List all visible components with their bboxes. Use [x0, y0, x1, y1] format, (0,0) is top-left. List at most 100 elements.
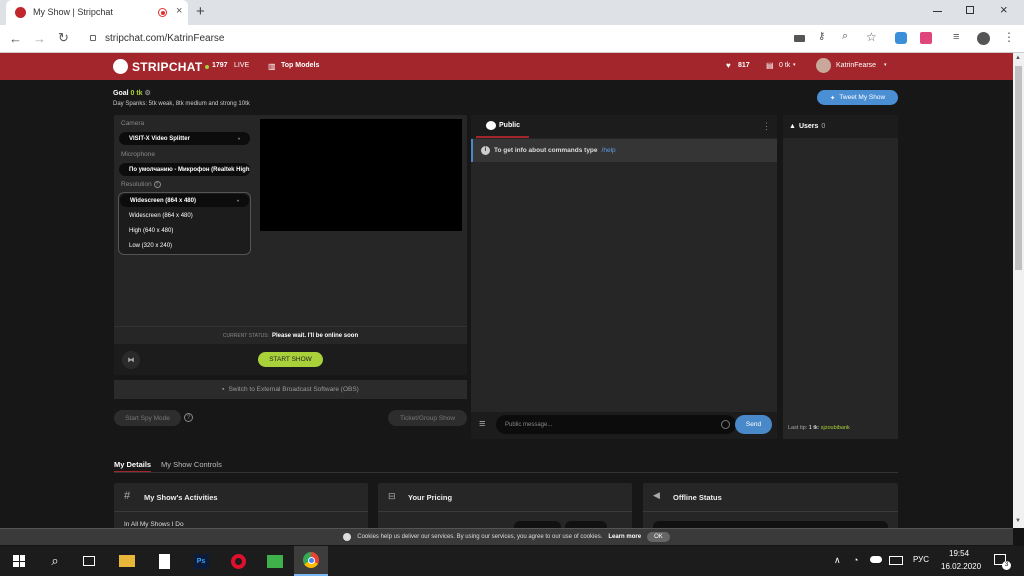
activities-title: My Show's Activities — [144, 493, 218, 502]
day-spanks-text: Day Spanks: 5tk weak, 8tk medium and str… — [113, 101, 250, 107]
user-icon: ▲ — [789, 123, 796, 130]
users-header: ▲ Users 0 — [783, 115, 898, 138]
offline-title: Offline Status — [673, 493, 722, 502]
site-header: STRIPCHAT 1797 LIVE ▥ Top Models ♥ 817 ▤… — [0, 53, 1013, 80]
spy-mode-button[interactable]: Start Spy Mode — [114, 410, 181, 426]
cookie-icon — [343, 533, 352, 541]
scrollbar-thumb[interactable] — [1015, 66, 1022, 270]
resolution-option[interactable]: Widescreen (864 x 480) — [129, 213, 193, 219]
favorites-count[interactable]: 817 — [738, 62, 750, 69]
new-tab-button[interactable]: + — [196, 3, 205, 20]
chat-options-icon[interactable]: ⋮ — [762, 121, 771, 132]
clock-time[interactable]: 19:54 — [949, 549, 969, 558]
search-icon[interactable]: ⌕ — [38, 546, 72, 576]
resolution-dropdown: Widescreen (864 x 480) ▾ Widescreen (864… — [118, 192, 251, 255]
chevron-up-icon[interactable]: ∧ — [834, 555, 841, 566]
help-icon[interactable]: ? — [153, 181, 161, 188]
opera-icon[interactable] — [221, 546, 255, 576]
send-button[interactable]: Send — [735, 415, 772, 434]
public-chat-tab[interactable]: Public — [499, 122, 520, 129]
camera-icon: ▪ — [222, 386, 225, 393]
cookie-banner: Cookies help us deliver our services. By… — [0, 528, 1013, 545]
address-bar[interactable]: stripchat.com/KatrinFearse — [105, 33, 225, 44]
clock-date[interactable]: 16.02.2020 — [941, 562, 981, 571]
emoji-icon[interactable] — [721, 420, 730, 429]
tab-my-details[interactable]: My Details — [114, 460, 151, 469]
obs-switch-button[interactable]: ▪ Switch to External Broadcast Software … — [114, 380, 467, 399]
chrome-icon[interactable] — [294, 546, 328, 576]
close-window-icon[interactable]: × — [1000, 2, 1008, 17]
live-dot-icon — [205, 65, 209, 69]
task-view-icon[interactable] — [72, 546, 106, 576]
forward-arrow-icon[interactable]: → — [33, 31, 46, 46]
pricing-select[interactable] — [565, 521, 607, 528]
zoom-icon[interactable]: ⌕ — [842, 30, 848, 43]
tweet-my-show-button[interactable]: ✦ Tweet My Show — [817, 90, 898, 105]
extension-shield-icon[interactable] — [895, 32, 907, 44]
edit-goal-icon[interactable]: ⚙ — [145, 90, 151, 97]
public-message-input[interactable]: Public message... — [496, 415, 736, 434]
network-icon[interactable]: ◔ — [853, 555, 858, 565]
tab-title: My Show | Stripchat — [33, 7, 113, 17]
camera-select[interactable]: VISIT-X Video Splitter ▾ — [119, 132, 250, 145]
main-content: Goal 0 tk ⚙ Day Spanks: 5tk weak, 8tk me… — [0, 80, 1013, 528]
stripchat-logo-icon[interactable] — [113, 59, 128, 74]
tweet-label: Tweet My Show — [839, 94, 886, 101]
top-models-link[interactable]: Top Models — [281, 62, 319, 69]
public-tab-underline — [476, 136, 529, 138]
top-models-icon: ▥ — [268, 62, 276, 71]
reading-list-icon[interactable]: ≡ — [953, 31, 959, 43]
tokens-balance[interactable]: 0 tk — [779, 62, 790, 69]
card-divider — [114, 511, 368, 512]
back-arrow-icon[interactable]: ← — [9, 31, 22, 46]
flip-camera-icon[interactable]: ⧓ — [122, 351, 140, 369]
key-icon[interactable]: ⚷ — [818, 31, 825, 42]
resolution-select[interactable]: Widescreen (864 x 480) ▾ — [120, 194, 249, 207]
chat-menu-icon[interactable]: ≡ — [479, 418, 485, 430]
chevron-down-icon: ▾ — [793, 62, 796, 68]
resolution-option[interactable]: Low (320 x 240) — [129, 243, 172, 249]
tab-my-show-controls[interactable]: My Show Controls — [161, 460, 222, 469]
last-tip-user[interactable]: sjzoubibank — [821, 425, 850, 431]
file-explorer-icon[interactable] — [110, 546, 144, 576]
browser-tab[interactable]: My Show | Stripchat × — [6, 0, 188, 25]
resolution-option[interactable]: High (640 x 480) — [129, 228, 173, 234]
input-language[interactable]: РУС — [913, 555, 929, 564]
microphone-select[interactable]: По умолчанию - Микрофон (Realtek High — [119, 163, 250, 176]
onedrive-icon[interactable] — [870, 556, 882, 563]
status-strip: CURRENT STATUS: Please wait. I'll be onl… — [114, 326, 467, 344]
tokens-icon: ▤ — [766, 61, 774, 70]
windows-start-icon[interactable] — [2, 546, 36, 576]
help-icon[interactable]: ? — [184, 413, 193, 422]
ticket-show-button[interactable]: Ticket/Group Show — [388, 410, 467, 426]
site-logo[interactable]: STRIPCHAT — [132, 60, 202, 74]
live-count[interactable]: 1797 — [212, 62, 228, 69]
keyboard-icon[interactable] — [889, 556, 903, 565]
offline-status-input[interactable] — [653, 521, 888, 528]
camera-permission-icon[interactable] — [794, 35, 805, 42]
username-menu[interactable]: KatrinFearse — [836, 62, 876, 69]
profile-avatar-icon[interactable] — [977, 32, 990, 45]
resolution-select-value: Widescreen (864 x 480) — [130, 197, 196, 204]
video-preview — [260, 119, 462, 231]
chrome-menu-icon[interactable]: ⋮ — [1003, 30, 1015, 44]
cookie-ok-button[interactable]: OK — [647, 532, 670, 542]
calculator-icon[interactable] — [147, 546, 181, 576]
messenger-icon[interactable] — [258, 546, 292, 576]
microphone-label: Microphone — [121, 151, 155, 158]
learn-more-link[interactable]: Learn more — [608, 534, 641, 540]
maximize-icon[interactable] — [966, 6, 974, 14]
live-label[interactable]: LIVE — [234, 62, 249, 69]
tab-close-icon[interactable]: × — [176, 5, 182, 17]
minimize-icon[interactable] — [933, 11, 942, 12]
scroll-down-arrow-icon[interactable]: ▼ — [1015, 518, 1021, 524]
extension-pink-icon[interactable] — [920, 32, 932, 44]
reload-icon[interactable]: ↻ — [58, 30, 69, 46]
bookmark-star-icon[interactable]: ☆ — [866, 30, 877, 44]
user-avatar[interactable] — [816, 58, 831, 73]
scroll-up-arrow-icon[interactable]: ▲ — [1015, 55, 1021, 61]
start-show-button[interactable]: START SHOW — [258, 352, 323, 367]
pricing-select[interactable] — [514, 521, 561, 528]
public-message-placeholder: Public message... — [505, 421, 553, 428]
photoshop-icon[interactable]: Ps — [184, 546, 218, 576]
